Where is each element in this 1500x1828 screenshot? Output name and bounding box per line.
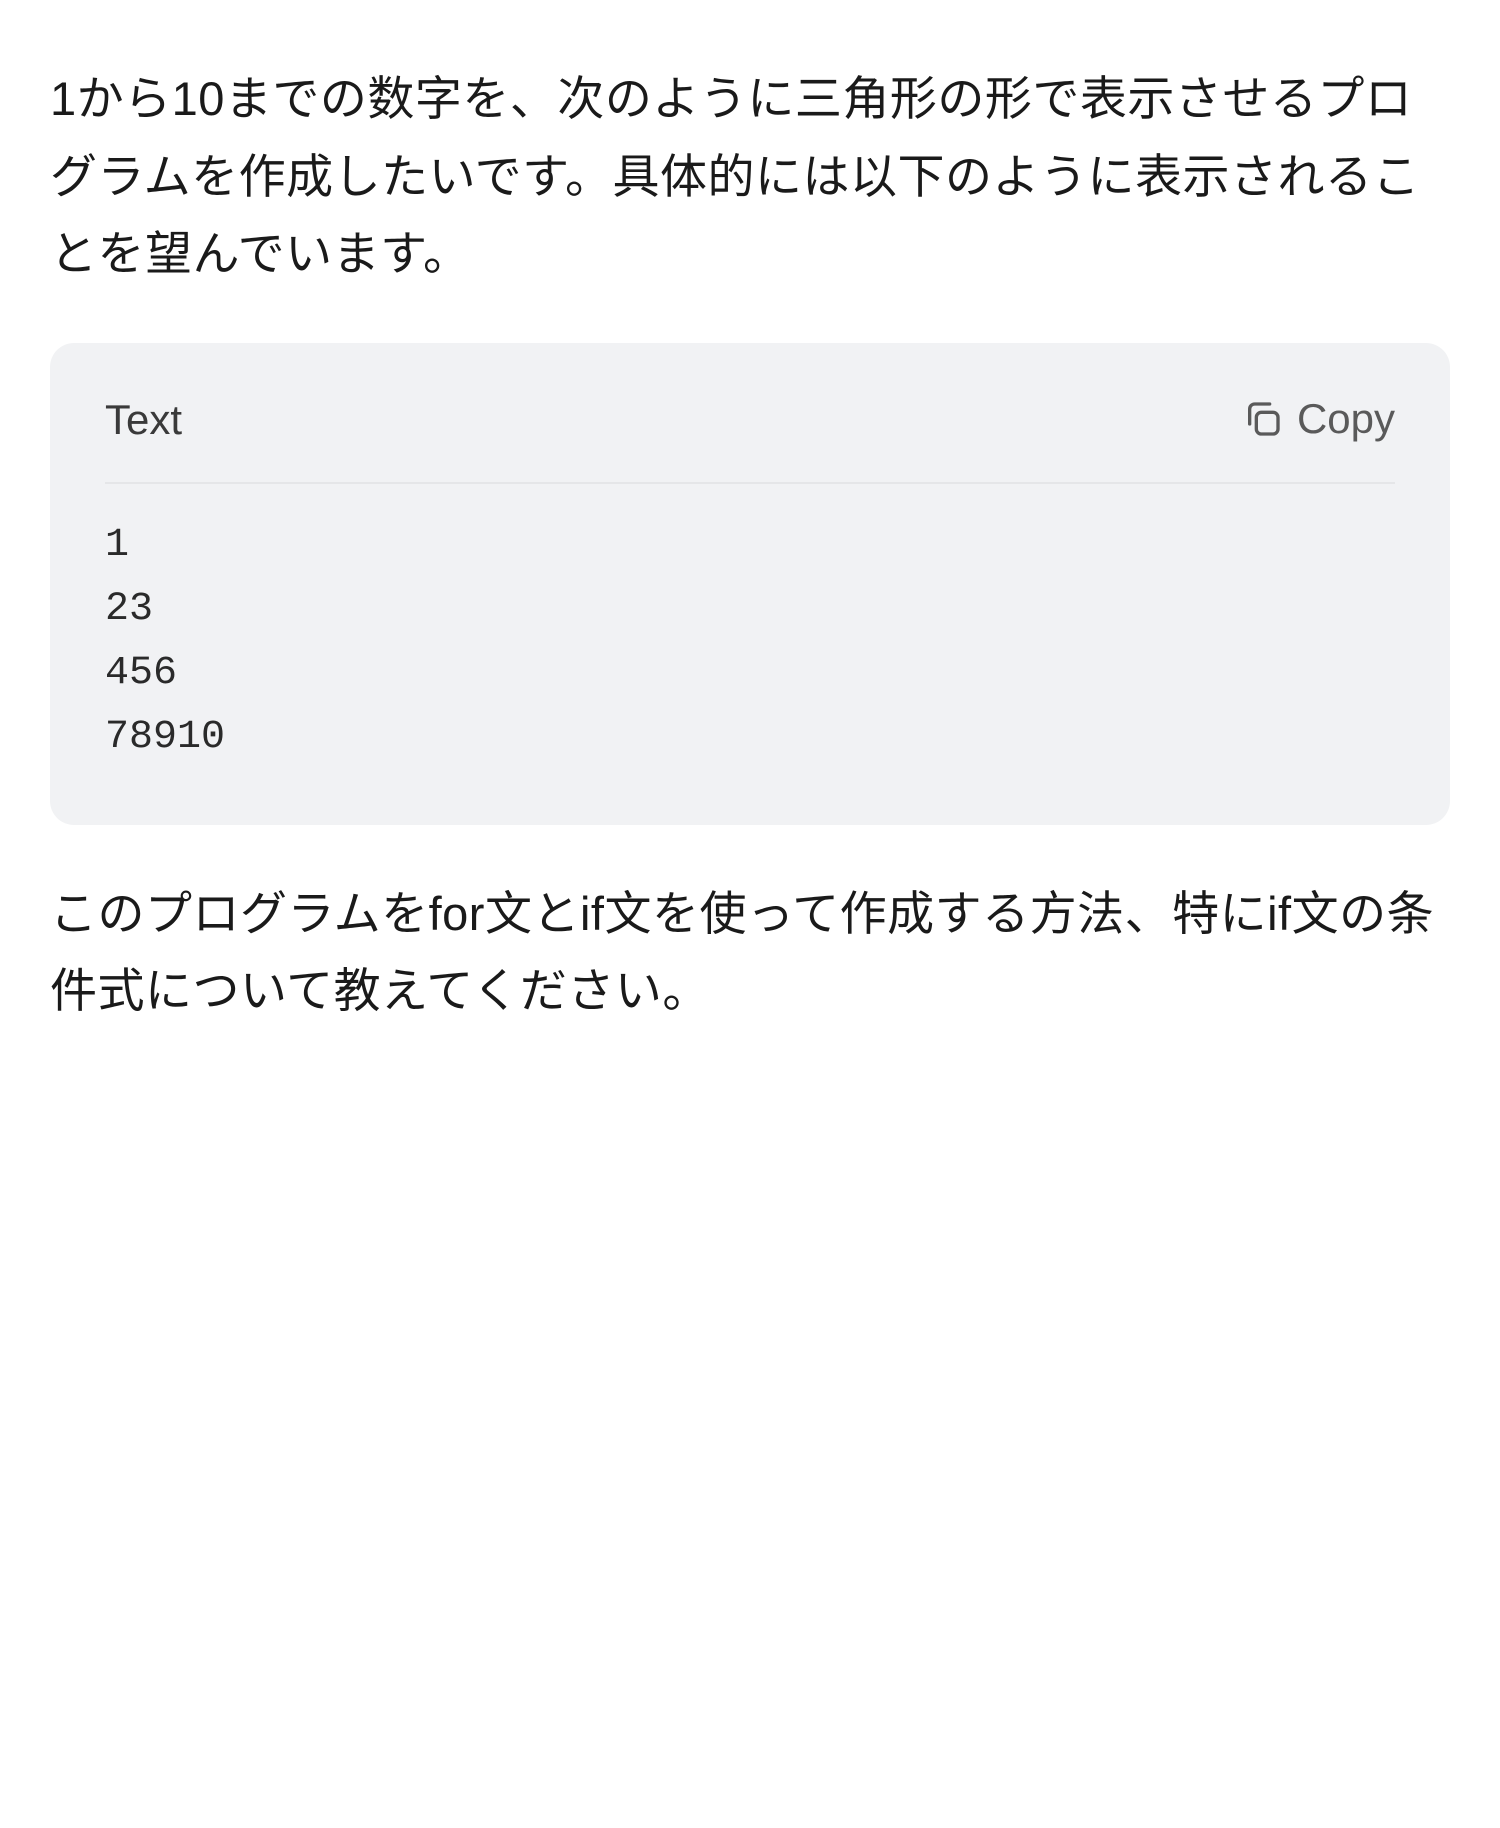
code-content: 1 23 456 78910 <box>50 484 1450 825</box>
intro-paragraph: 1から10までの数字を、次のように三角形の形で表示させるプログラムを作成したいで… <box>50 60 1450 293</box>
question-paragraph: このプログラムをfor文とif文を使って作成する方法、特にif文の条件式について… <box>50 875 1450 1030</box>
code-header: Text Copy <box>105 343 1395 484</box>
code-block: Text Copy 1 23 456 78910 <box>50 343 1450 825</box>
copy-button-label: Copy <box>1297 395 1395 443</box>
code-language-label: Text <box>105 385 182 454</box>
copy-button[interactable]: Copy <box>1243 395 1395 443</box>
copy-icon <box>1243 399 1283 439</box>
